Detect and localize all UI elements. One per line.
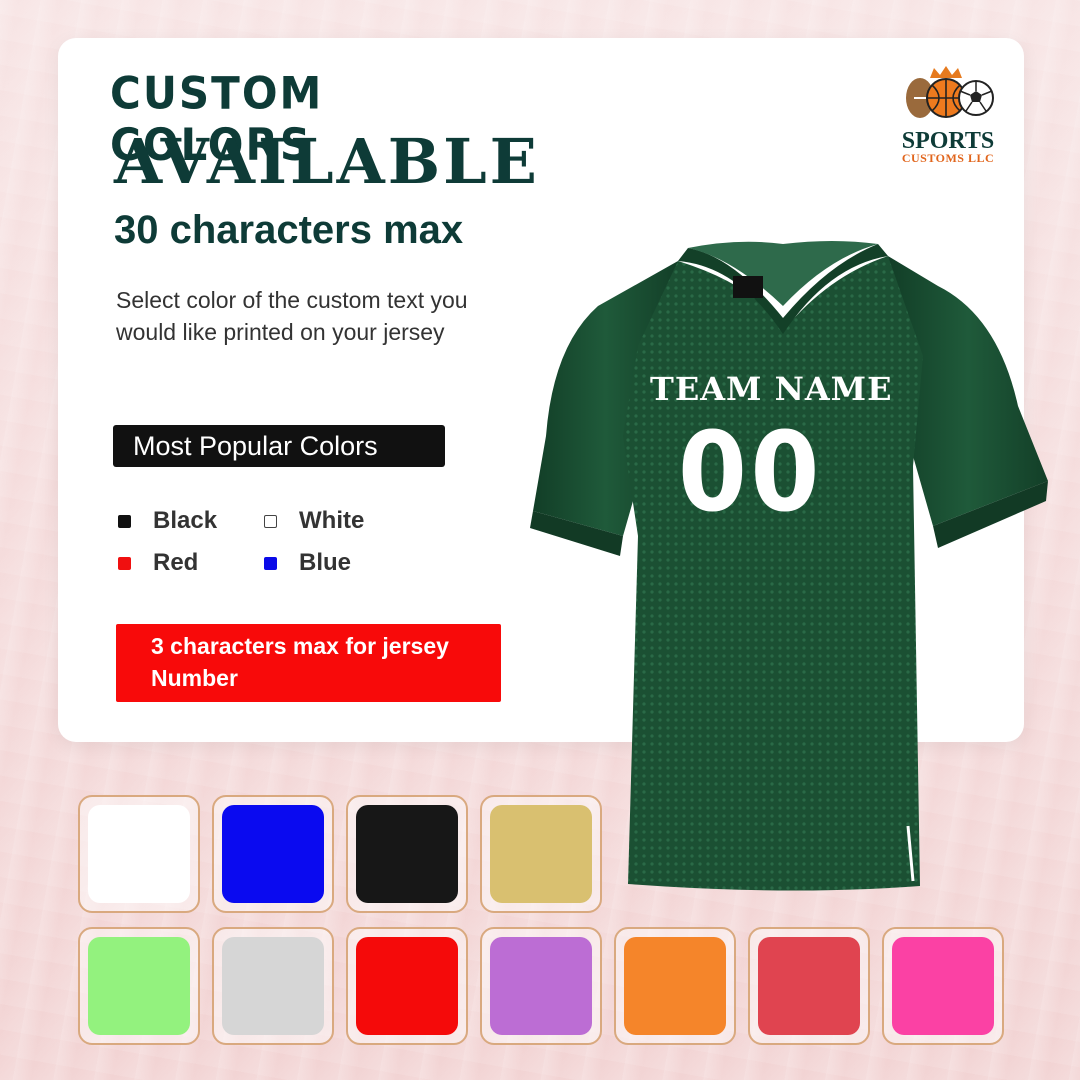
color-option-white: White: [264, 507, 364, 535]
jersey-image: [530, 241, 1048, 891]
color-swatch[interactable]: [346, 795, 468, 913]
popular-colors-label: Most Popular Colors: [113, 425, 445, 467]
black-swatch-icon: [118, 514, 131, 528]
color-swatch[interactable]: [212, 927, 334, 1045]
color-swatch-fill: [490, 805, 592, 903]
color-swatch-fill: [88, 805, 190, 903]
headline-char-limit: 30 characters max: [114, 208, 464, 252]
color-swatch[interactable]: [78, 795, 200, 913]
color-swatch-fill: [758, 937, 860, 1035]
color-swatch-fill: [222, 937, 324, 1035]
color-option-red: Red: [118, 549, 198, 577]
color-option-black: Black: [118, 507, 217, 535]
color-swatch-fill: [356, 937, 458, 1035]
color-option-blue: Blue: [264, 549, 351, 577]
color-swatch[interactable]: [614, 927, 736, 1045]
color-swatch-fill: [222, 805, 324, 903]
color-swatch[interactable]: [212, 795, 334, 913]
color-swatch[interactable]: [78, 927, 200, 1045]
color-swatch-fill: [88, 937, 190, 1035]
color-swatch-fill: [356, 805, 458, 903]
color-swatch-fill: [892, 937, 994, 1035]
color-swatch[interactable]: [748, 927, 870, 1045]
logo-subtitle: CUSTOMS LLC: [901, 151, 995, 165]
color-option-label: Black: [153, 507, 218, 534]
blue-swatch-icon: [264, 556, 277, 570]
white-swatch-icon: [264, 514, 277, 528]
jersey-team-name: TEAM NAME: [650, 370, 893, 408]
headline-available: AVAILABLE: [114, 125, 540, 198]
color-option-label: Red: [153, 549, 199, 576]
color-option-label: Blue: [299, 549, 352, 576]
color-swatch[interactable]: [346, 927, 468, 1045]
color-swatch[interactable]: [480, 927, 602, 1045]
description-text: Select color of the custom text you woul…: [116, 287, 468, 345]
color-swatch[interactable]: [882, 927, 1004, 1045]
red-swatch-icon: [118, 556, 131, 570]
jersey-number: 00: [678, 408, 823, 536]
jersey-number-note: 3 characters max for jersey Number: [116, 624, 501, 702]
color-swatch[interactable]: [480, 795, 602, 913]
color-swatch-fill: [624, 937, 726, 1035]
color-option-label: White: [299, 507, 365, 534]
color-swatch-fill: [490, 937, 592, 1035]
